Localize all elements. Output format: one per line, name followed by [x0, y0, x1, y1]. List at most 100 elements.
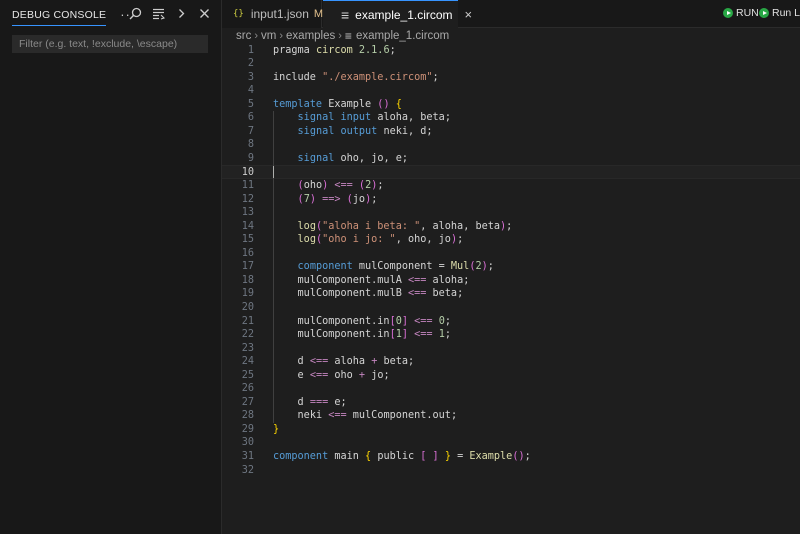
code-text: }: [273, 423, 280, 435]
code-text: log("oho i jo: ", oho, jo);: [297, 234, 464, 246]
breadcrumb-item-examples[interactable]: examples: [286, 30, 335, 42]
code-line-18[interactable]: 18 mulComponent.mulA <== aloha;: [222, 274, 800, 288]
code-text: signal input aloha, beta;: [297, 112, 451, 124]
tab-label: input1.json: [250, 7, 309, 21]
code-line-17[interactable]: 17 component mulComponent = Mul(2);: [222, 260, 800, 274]
code-line-23[interactable]: 23: [222, 342, 800, 356]
line-number: 30: [241, 437, 254, 449]
code-line-6[interactable]: 6 signal input aloha, beta;: [222, 111, 800, 125]
code-line-15[interactable]: 15 log("oho i jo: ", oho, jo);: [222, 233, 800, 247]
code-line-21[interactable]: 21 mulComponent.in[0] <== 0;: [222, 315, 800, 329]
code-line-2[interactable]: 2: [222, 57, 800, 71]
code-text: template Example () {: [273, 98, 402, 110]
run-last-button-label: Run Las: [772, 7, 800, 19]
line-number: 15: [241, 234, 254, 246]
run-last-button[interactable]: Run Las: [759, 7, 800, 19]
code-text: mulComponent.in[0] <== 0;: [297, 315, 451, 327]
code-line-19[interactable]: 19 mulComponent.mulB <== beta;: [222, 287, 800, 301]
line-number: 17: [241, 261, 254, 273]
line-number: 5: [247, 98, 254, 110]
tab-input1-json[interactable]: {} input1.json M: [222, 0, 324, 28]
code-line-4[interactable]: 4: [222, 84, 800, 98]
line-number: 28: [241, 410, 254, 422]
code-line-10[interactable]: 10: [222, 165, 800, 179]
breadcrumb-item-vm[interactable]: vm: [261, 30, 276, 42]
panel-header: DEBUG CONSOLE ···: [0, 0, 221, 28]
code-editor[interactable]: 1 pragma circom 2.1.6; 2 3 include "./exampl…: [222, 43, 800, 534]
code-text: d <== aloha + beta;: [297, 356, 415, 368]
code-text: signal output neki, d;: [297, 125, 433, 137]
line-number: 29: [241, 423, 254, 435]
code-line-13[interactable]: 13: [222, 206, 800, 220]
breadcrumb-item-src[interactable]: src: [236, 30, 251, 42]
search-icon[interactable]: [127, 5, 144, 22]
code-line-12[interactable]: 12 (7) ==> (jo);: [222, 193, 800, 207]
line-number: 32: [241, 464, 254, 476]
code-line-3[interactable]: 3 include "./example.circom";: [222, 71, 800, 85]
code-line-14[interactable]: 14 log("aloha i beta: ", aloha, beta);: [222, 220, 800, 234]
line-number: 3: [247, 71, 254, 83]
line-number: 27: [241, 396, 254, 408]
debug-console-tab[interactable]: DEBUG CONSOLE: [12, 3, 107, 26]
debug-console-panel: DEBUG CONSOLE ···: [0, 0, 222, 534]
run-button[interactable]: RUN: [723, 7, 759, 19]
line-number: 18: [241, 274, 254, 286]
code-text: component main { public [ ] } = Example(…: [273, 451, 531, 462]
code-line-5[interactable]: 5 template Example () {: [222, 98, 800, 112]
code-text: include "./example.circom";: [273, 71, 439, 83]
line-number: 14: [241, 220, 254, 232]
line-number: 4: [247, 85, 254, 97]
code-line-26[interactable]: 26: [222, 382, 800, 396]
code-line-25[interactable]: 25 e <== oho + jo;: [222, 369, 800, 383]
modified-badge: M: [313, 8, 324, 20]
json-file-icon: {}: [233, 9, 244, 19]
code-line-30[interactable]: 30: [222, 436, 800, 450]
run-button-label: RUN: [736, 7, 759, 19]
line-number: 19: [241, 288, 254, 300]
line-number: 10: [241, 167, 254, 179]
code-text: d === e;: [297, 396, 347, 408]
close-tab-icon[interactable]: ×: [465, 7, 473, 22]
code-line-28[interactable]: 28 neki <== mulComponent.out;: [222, 409, 800, 423]
line-number: 13: [241, 207, 254, 219]
code-line-7[interactable]: 7 signal output neki, d;: [222, 125, 800, 139]
code-line-9[interactable]: 9 signal oho, jo, e;: [222, 152, 800, 166]
indent-guide: [273, 111, 274, 423]
code-line-20[interactable]: 20: [222, 301, 800, 315]
code-text: component mulComponent = Mul(2);: [297, 261, 494, 273]
console-filter-input[interactable]: [12, 35, 208, 53]
circom-file-icon: ≡: [341, 6, 350, 23]
line-number: 1: [247, 44, 254, 56]
chevron-right-icon: ›: [279, 30, 284, 42]
code-line-22[interactable]: 22 mulComponent.in[1] <== 1;: [222, 328, 800, 342]
code-line-32[interactable]: 32: [222, 464, 800, 478]
code-line-29[interactable]: 29}: [222, 423, 800, 437]
code-line-31[interactable]: 31 component main { public [ ] } = Exampl…: [222, 450, 800, 464]
circom-file-icon: ≡: [344, 29, 352, 43]
filter-list-icon[interactable]: [150, 5, 167, 22]
code-line-1[interactable]: 1 pragma circom 2.1.6;: [222, 44, 800, 58]
code-text: signal oho, jo, e;: [297, 152, 409, 164]
close-icon[interactable]: [196, 5, 213, 22]
line-number: 23: [241, 342, 254, 354]
code-line-27[interactable]: 27 d === e;: [222, 396, 800, 410]
line-number: 12: [241, 193, 254, 205]
chevron-right-icon: ›: [254, 30, 259, 42]
code-line-24[interactable]: 24 d <== aloha + beta;: [222, 355, 800, 369]
breadcrumb-item-file[interactable]: example_1.circom: [356, 30, 449, 42]
code-text: e <== oho + jo;: [297, 369, 390, 381]
code-line-16[interactable]: 16: [222, 247, 800, 261]
code-text: mulComponent.in[1] <== 1;: [297, 329, 451, 341]
code-text: mulComponent.mulA <== aloha;: [297, 274, 470, 286]
code-text: (7) ==> (jo);: [297, 193, 378, 205]
code-line-11[interactable]: 11 (oho) <== (2);: [222, 179, 800, 193]
chevron-right-icon[interactable]: [173, 5, 190, 22]
line-number: 2: [247, 58, 254, 70]
tab-example-1-circom[interactable]: ≡ example_1.circom ×: [323, 0, 472, 28]
code-line-8[interactable]: 8: [222, 138, 800, 152]
line-number: 24: [241, 356, 254, 368]
line-number: 7: [247, 125, 254, 137]
code-text: log("aloha i beta: ", aloha, beta);: [297, 220, 513, 232]
tab-label: example_1.circom: [355, 7, 453, 22]
editor-tab-bar: {} input1.json M ≡ example_1.circom ×: [222, 0, 800, 28]
